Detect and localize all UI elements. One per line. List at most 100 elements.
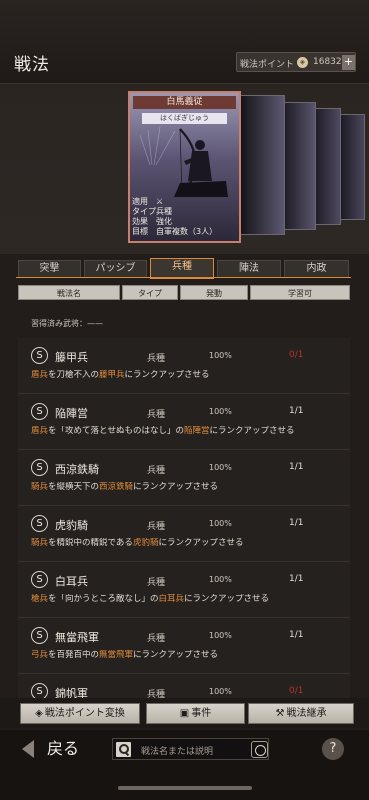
tactic-description: 盾兵を「攻めて落とせぬものはなし」の陥陣営にランクアップさせる	[31, 426, 349, 437]
tactic-row[interactable]: S 籐甲兵 兵種 100% 0/1 盾兵を刀槍不入の籐甲兵にランクアップさせる	[18, 338, 350, 394]
col-activation[interactable]: 発動	[180, 285, 248, 300]
tab-formation[interactable]: 陣法	[217, 260, 281, 278]
info-key: 適用	[132, 197, 148, 206]
highlighted-term: 騎兵	[31, 482, 49, 492]
tactic-description: 騎兵を精鋭中の精鋭である虎豹騎にランクアップさせる	[31, 538, 349, 549]
selected-tactic-card[interactable]: 白馬義従 はくばぎじゅう 適用 ⚔ タイプ兵種 効果 強化 目標 自軍複数（3人）	[128, 91, 241, 243]
learnable-count: 1/1	[289, 518, 304, 528]
tactic-row[interactable]: S 陥陣営 兵種 100% 1/1 盾兵を「攻めて落とせぬものはなし」の陥陣営にランクアッ…	[18, 394, 350, 450]
tactic-name: 西涼鉄騎	[55, 463, 99, 476]
rank-badge: S	[31, 459, 48, 476]
rank-badge: S	[31, 627, 48, 644]
highlighted-term: 盾兵	[31, 426, 49, 436]
rank-badge: S	[31, 347, 48, 364]
highlighted-term: 西涼鉄騎	[99, 482, 134, 492]
tactic-name: 無當飛軍	[55, 631, 99, 644]
tactic-row[interactable]: S 虎豹騎 兵種 100% 1/1 騎兵を精鋭中の精鋭である虎豹騎にランクアップさせる	[18, 506, 350, 562]
inherit-label: 戦法継承	[286, 708, 327, 719]
help-button[interactable]: ?	[322, 738, 344, 760]
tactic-type: 兵種	[147, 354, 166, 364]
tactic-type: 兵種	[147, 410, 166, 420]
tab-passive[interactable]: パッシブ	[84, 260, 147, 278]
tactic-description: 騎兵を縦横天下の西涼鉄騎にランクアップさせる	[31, 482, 349, 493]
tactic-type: 兵種	[147, 690, 166, 698]
tactic-points-display: 戦法ポイント ◈ 16832 +	[236, 52, 356, 72]
tactic-row[interactable]: S 西涼鉄騎 兵種 100% 1/1 騎兵を縦横天下の西涼鉄騎にランクアップさせる	[18, 450, 350, 506]
learnable-count: 1/1	[289, 462, 304, 472]
learnable-count: 1/1	[289, 574, 304, 584]
tactic-row[interactable]: S錦帆軍兵種100%0/1弓兵を意気盛んな錦帆軍にランクアップさせる	[18, 674, 350, 698]
description-text: にランクアップさせる	[124, 370, 210, 380]
info-key: 目標	[132, 227, 148, 236]
highlighted-term: 陥陣営	[184, 426, 210, 436]
home-indicator	[118, 786, 252, 790]
highlighted-term: 騎兵	[31, 538, 49, 548]
activation-rate: 100%	[209, 407, 232, 416]
learnable-count: 0/1	[289, 686, 304, 696]
description-text: にランクアップさせる	[209, 426, 295, 436]
search-input[interactable]: 戦法名または説明	[141, 744, 213, 757]
tab-assault[interactable]: 突撃	[18, 260, 81, 278]
tactic-row[interactable]: S 白耳兵 兵種 100% 1/1 槍兵を「向かうところ敵なし」の白耳兵にランクアップさせ…	[18, 562, 350, 618]
activation-rate: 100%	[209, 575, 232, 584]
description-text: にランクアップさせる	[133, 482, 219, 492]
highlighted-term: 槍兵	[31, 594, 49, 604]
highlighted-term: 弓兵	[31, 650, 49, 660]
rank-badge: S	[31, 571, 48, 588]
description-text: を「向かうところ敵なし」の	[48, 594, 159, 604]
add-points-button[interactable]: +	[342, 55, 355, 70]
back-button[interactable]: 戻る	[27, 738, 99, 760]
screen: 戦法 戦法ポイント ◈ 16832 + 白馬義従 はくばぎじゅう 適用 ⚔ タイ…	[0, 0, 369, 800]
rank-badge: S	[31, 683, 48, 698]
tactic-name: 白耳兵	[55, 575, 88, 588]
col-type[interactable]: タイプ	[122, 285, 178, 300]
archer-illustration	[140, 126, 228, 197]
category-tabs: 突撃 パッシブ 兵種 陣法 内政	[18, 258, 349, 279]
card-name: 白馬義従	[133, 96, 236, 109]
event-button[interactable]: ▣ 事件	[146, 703, 245, 724]
highlighted-term: 白耳兵	[158, 594, 185, 604]
col-learnable[interactable]: 学習可	[250, 285, 350, 300]
rank-badge: S	[31, 403, 48, 420]
learnable-count: 1/1	[289, 630, 304, 640]
activation-rate: 100%	[209, 687, 232, 696]
tactic-name: 虎豹騎	[55, 519, 88, 532]
search-box[interactable]: 戦法名または説明	[112, 738, 269, 760]
tactic-type: 兵種	[147, 578, 166, 588]
learnable-count: 0/1	[289, 350, 304, 360]
search-icon[interactable]	[116, 742, 131, 757]
tab-troop-type[interactable]: 兵種	[150, 258, 214, 279]
learnable-count: 1/1	[289, 406, 304, 416]
info-value: 自軍複数（3人）	[156, 227, 218, 236]
col-tactic-name[interactable]: 戦法名	[18, 285, 120, 300]
points-label: 戦法ポイント	[240, 60, 295, 70]
highlighted-term: 盾兵	[31, 370, 49, 380]
convert-points-button[interactable]: ◈ 戦法ポイント変換	[20, 703, 140, 724]
column-headers: 戦法名 タイプ 発動 学習可	[18, 285, 350, 301]
inherit-tactic-button[interactable]: ⚒ 戦法継承	[248, 703, 354, 724]
activation-rate: 100%	[209, 631, 232, 640]
tactic-row[interactable]: S 無當飛軍 兵種 100% 1/1 弓兵を百発百中の無當飛軍にランクアップさせる	[18, 618, 350, 674]
scroll-icon: ▣	[179, 708, 190, 719]
coin-icon: ◈	[35, 708, 43, 719]
convert-label: 戦法ポイント変換	[44, 708, 125, 719]
tab-domestic[interactable]: 内政	[284, 260, 349, 278]
tactic-type: 兵種	[147, 466, 166, 476]
activation-rate: 100%	[209, 463, 232, 472]
card-info: 適用 ⚔ タイプ兵種 効果 強化 目標 自軍複数（3人）	[132, 197, 239, 237]
activation-rate: 100%	[209, 351, 232, 360]
tactic-card-back[interactable]	[240, 95, 285, 235]
tactic-name: 錦帆軍	[55, 687, 88, 698]
card-reading: はくばぎじゅう	[142, 113, 227, 124]
info-key: 効果	[132, 217, 148, 226]
activation-rate: 100%	[209, 519, 232, 528]
hammer-icon: ⚒	[275, 708, 285, 719]
highlighted-term: 虎豹騎	[132, 538, 159, 548]
rank-badge: S	[31, 515, 48, 532]
description-text: を「攻めて落とせぬものはなし」の	[48, 426, 185, 436]
history-icon[interactable]	[251, 741, 268, 758]
description-text: にランクアップさせる	[133, 650, 219, 660]
info-value: ⚔	[156, 197, 164, 206]
info-key: タイプ	[132, 207, 156, 216]
page-title: 戦法	[14, 55, 50, 75]
